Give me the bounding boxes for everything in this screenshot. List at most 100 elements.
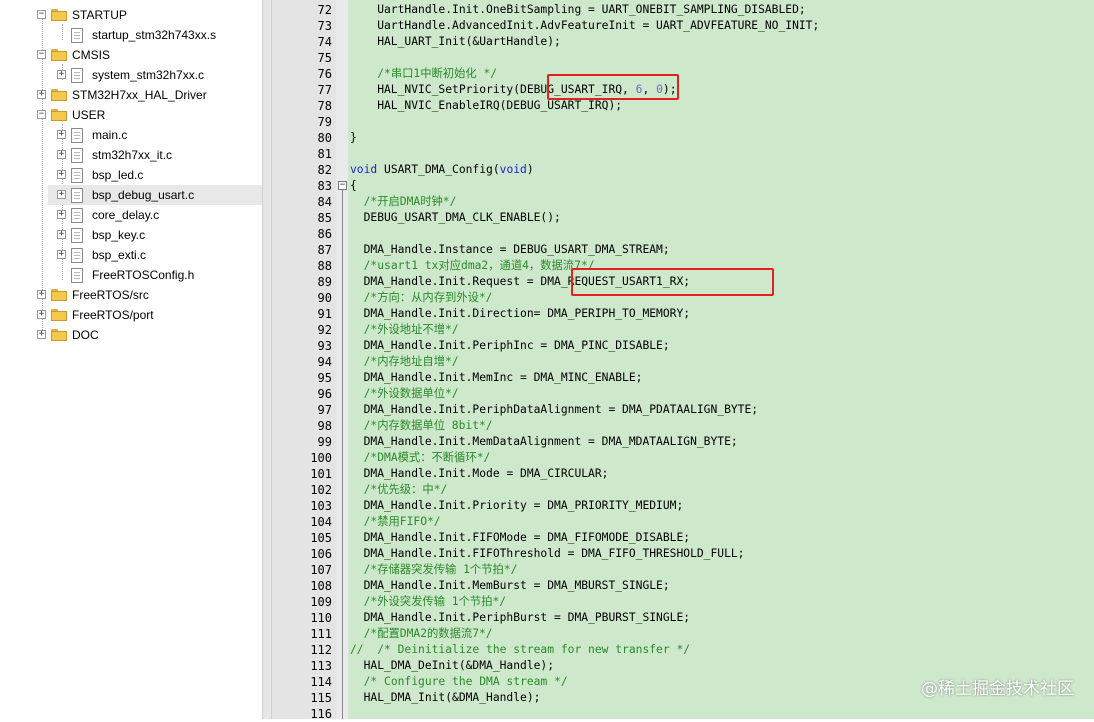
code-line[interactable]: // /* Deinitialize the stream for new tr… (350, 642, 690, 658)
tree-file-row[interactable]: + bsp_debug_usart.c (48, 185, 262, 205)
tree-folder-row[interactable]: − CMSIS (0, 45, 262, 65)
expand-toggle-icon[interactable]: + (57, 230, 66, 239)
fold-margin: − (336, 0, 348, 719)
code-line[interactable]: } (350, 130, 357, 146)
tree-folder-row[interactable]: + FreeRTOS/port (0, 305, 262, 325)
panel-splitter[interactable] (262, 0, 272, 719)
tree-file-row[interactable]: + stm32h7xx_it.c (48, 145, 262, 165)
line-number: 76 (317, 67, 332, 81)
code-line[interactable]: /*配置DMA2的数据流7*/ (350, 626, 493, 642)
code-line[interactable]: DMA_Handle.Init.FIFOMode = DMA_FIFOMODE_… (350, 530, 690, 546)
tree-folder-row[interactable]: − STARTUP (0, 5, 262, 25)
code-line[interactable]: DMA_Handle.Init.Direction= DMA_PERIPH_TO… (350, 306, 690, 322)
code-line[interactable]: DMA_Handle.Init.MemDataAlignment = DMA_M… (350, 434, 738, 450)
tree-file-row[interactable]: + bsp_led.c (48, 165, 262, 185)
code-line[interactable]: HAL_DMA_DeInit(&DMA_Handle); (350, 658, 554, 674)
tree-item-label: bsp_debug_usart.c (92, 188, 195, 202)
tree-file-row[interactable]: + bsp_exti.c (48, 245, 262, 265)
collapse-toggle-icon[interactable]: − (37, 110, 46, 119)
code-line[interactable]: /*外设突发传输 1个节拍*/ (350, 594, 506, 610)
tree-folder-row[interactable]: + STM32H7xx_HAL_Driver (0, 85, 262, 105)
collapse-toggle-icon[interactable]: − (37, 50, 46, 59)
highlight-box (571, 268, 774, 296)
collapse-toggle-icon[interactable]: − (37, 10, 46, 19)
code-line[interactable]: UartHandle.AdvancedInit.AdvFeatureInit =… (350, 18, 819, 34)
tree-folder-row[interactable]: + DOC (0, 325, 262, 345)
expand-toggle-icon[interactable]: + (37, 310, 46, 319)
code-line[interactable]: HAL_NVIC_EnableIRQ(DEBUG_USART_IRQ); (350, 98, 622, 114)
tree-folder-row[interactable]: + FreeRTOS/src (0, 285, 262, 305)
project-tree: − STARTUP startup_stm32h743xx.s − CMSIS + syst… (0, 0, 262, 719)
code-line[interactable]: HAL_DMA_Init(&DMA_Handle); (350, 690, 541, 706)
line-number: 83 (317, 179, 332, 193)
code-line[interactable]: /*开启DMA时钟*/ (350, 194, 457, 210)
code-line[interactable]: DMA_Handle.Instance = DEBUG_USART_DMA_ST… (350, 242, 670, 258)
code-line[interactable]: /*方向：从内存到外设*/ (350, 290, 493, 306)
code-line[interactable]: { (350, 178, 357, 194)
code-line[interactable]: /* Configure the DMA stream */ (350, 674, 568, 690)
tree-item-label: main.c (92, 128, 128, 142)
code-line[interactable]: DMA_Handle.Init.PeriphBurst = DMA_PBURST… (350, 610, 690, 626)
tree-folder-row[interactable]: − USER (0, 105, 262, 125)
expand-toggle-icon[interactable]: + (57, 150, 66, 159)
code-editor[interactable]: UartHandle.Init.OneBitSampling = UART_ON… (348, 0, 1094, 719)
code-line[interactable]: /*内存数据单位 8bit*/ (350, 418, 493, 434)
folder-open-icon (51, 9, 67, 21)
line-number: 103 (310, 499, 332, 513)
line-number: 99 (317, 435, 332, 449)
code-line[interactable]: /*优先级：中*/ (350, 482, 448, 498)
tree-file-row[interactable]: + core_delay.c (48, 205, 262, 225)
code-line[interactable]: /*内存地址自增*/ (350, 354, 459, 370)
file-icon (71, 228, 83, 243)
code-line[interactable]: HAL_UART_Init(&UartHandle); (350, 34, 561, 50)
code-line[interactable]: DMA_Handle.Init.MemInc = DMA_MINC_ENABLE… (350, 370, 643, 386)
line-number: 82 (317, 163, 332, 177)
code-line[interactable]: DMA_Handle.Init.PeriphInc = DMA_PINC_DIS… (350, 338, 670, 354)
folder-open-icon (51, 49, 67, 61)
tree-item-label: core_delay.c (92, 208, 160, 222)
fold-toggle-icon[interactable]: − (338, 181, 347, 190)
code-line[interactable]: void USART_DMA_Config(void) (350, 162, 534, 178)
code-line[interactable]: DEBUG_USART_DMA_CLK_ENABLE(); (350, 210, 561, 226)
line-number: 89 (317, 275, 332, 289)
expand-toggle-icon[interactable]: + (57, 130, 66, 139)
expand-toggle-icon[interactable]: + (57, 70, 66, 79)
code-line[interactable]: DMA_Handle.Init.Priority = DMA_PRIORITY_… (350, 498, 684, 514)
line-number: 96 (317, 387, 332, 401)
code-line[interactable]: /*DMA模式：不断循环*/ (350, 450, 491, 466)
line-number: 78 (317, 99, 332, 113)
line-number: 114 (310, 675, 332, 689)
file-icon (71, 208, 83, 223)
tree-file-row[interactable]: + bsp_key.c (48, 225, 262, 245)
code-line[interactable]: /*外设地址不增*/ (350, 322, 459, 338)
tree-item-label: bsp_key.c (92, 228, 146, 242)
code-line[interactable]: /*禁用FIFO*/ (350, 514, 441, 530)
expand-toggle-icon[interactable]: + (57, 250, 66, 259)
code-line[interactable]: DMA_Handle.Init.PeriphDataAlignment = DM… (350, 402, 758, 418)
expand-toggle-icon[interactable]: + (37, 90, 46, 99)
tree-file-row[interactable]: startup_stm32h743xx.s (48, 25, 262, 45)
code-line[interactable]: /*存储器突发传输 1个节拍*/ (350, 562, 518, 578)
tree-file-row[interactable]: FreeRTOSConfig.h (48, 265, 262, 285)
tree-file-row[interactable]: + main.c (48, 125, 262, 145)
code-line[interactable]: UartHandle.Init.OneBitSampling = UART_ON… (350, 2, 805, 18)
code-line[interactable]: DMA_Handle.Init.Mode = DMA_CIRCULAR; (350, 466, 609, 482)
expand-toggle-icon[interactable]: + (57, 210, 66, 219)
code-line[interactable]: /*串口1中断初始化 */ (350, 66, 497, 82)
line-number: 88 (317, 259, 332, 273)
tree-item-label: FreeRTOSConfig.h (92, 268, 195, 282)
expand-toggle-icon[interactable]: + (37, 290, 46, 299)
tree-file-row[interactable]: + system_stm32h7xx.c (48, 65, 262, 85)
code-line[interactable]: DMA_Handle.Init.FIFOThreshold = DMA_FIFO… (350, 546, 745, 562)
expand-toggle-icon[interactable]: + (57, 190, 66, 199)
expand-toggle-icon[interactable]: + (37, 330, 46, 339)
line-number: 73 (317, 19, 332, 33)
expand-toggle-icon[interactable]: + (57, 170, 66, 179)
tree-item-label: startup_stm32h743xx.s (92, 28, 217, 42)
code-line[interactable]: /*外设数据单位*/ (350, 386, 459, 402)
code-line[interactable]: /*usart1 tx对应dma2，通道4，数据流7*/ (350, 258, 595, 274)
code-line[interactable]: DMA_Handle.Init.MemBurst = DMA_MBURST_SI… (350, 578, 670, 594)
line-number: 87 (317, 243, 332, 257)
line-number: 95 (317, 371, 332, 385)
line-number: 97 (317, 403, 332, 417)
